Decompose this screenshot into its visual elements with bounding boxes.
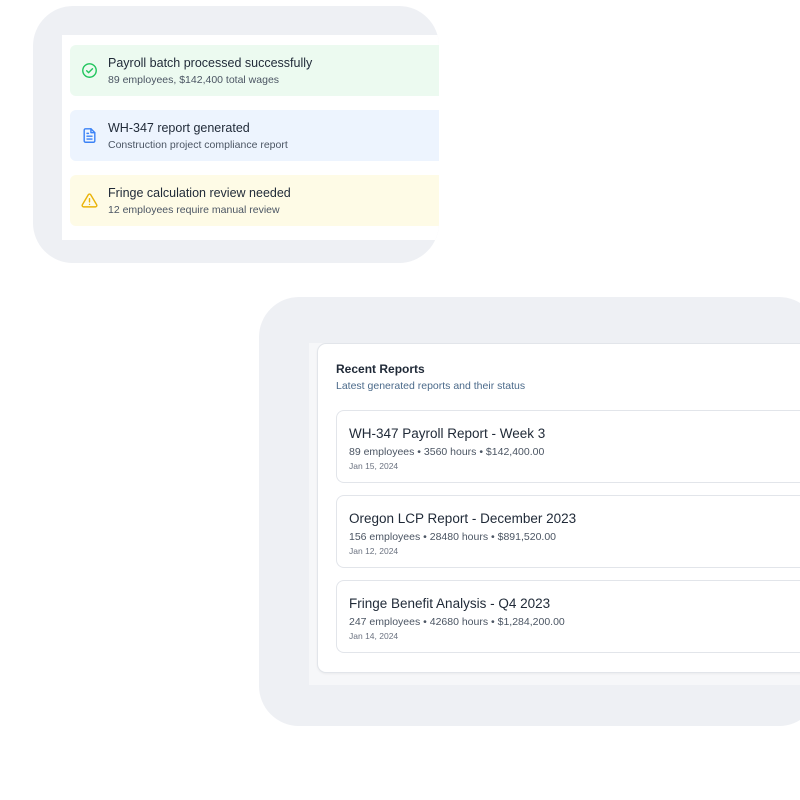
report-date: Jan 15, 2024 xyxy=(349,461,399,471)
document-icon xyxy=(81,127,98,144)
notification-warning[interactable]: Fringe calculation review needed 12 empl… xyxy=(70,175,439,226)
report-meta: 156 employees • 28480 hours • $891,520.0… xyxy=(349,531,557,543)
report-name: Fringe Benefit Analysis - Q4 2023 xyxy=(349,596,551,611)
recent-reports-card: Recent Reports Latest generated reports … xyxy=(317,343,800,673)
notification-title: Payroll batch processed successfully xyxy=(108,56,313,70)
notification-title: Fringe calculation review needed xyxy=(108,186,291,200)
card-subtitle: Latest generated reports and their statu… xyxy=(336,380,526,392)
report-date: Jan 12, 2024 xyxy=(349,546,399,556)
warning-triangle-icon xyxy=(81,192,98,209)
check-circle-icon xyxy=(81,62,98,79)
notifications-panel: Payroll batch processed successfully 89 … xyxy=(62,35,439,240)
notification-info[interactable]: WH-347 report generated Construction pro… xyxy=(70,110,439,161)
report-name: Oregon LCP Report - December 2023 xyxy=(349,511,577,526)
card-title: Recent Reports xyxy=(336,362,425,376)
report-meta: 247 employees • 42680 hours • $1,284,200… xyxy=(349,616,565,628)
report-date: Jan 14, 2024 xyxy=(349,631,399,641)
notification-description: Construction project compliance report xyxy=(108,139,288,151)
notification-description: 89 employees, $142,400 total wages xyxy=(108,74,280,86)
report-item[interactable]: Fringe Benefit Analysis - Q4 2023 247 em… xyxy=(336,580,800,653)
report-meta: 89 employees • 3560 hours • $142,400.00 xyxy=(349,446,545,458)
notification-success[interactable]: Payroll batch processed successfully 89 … xyxy=(70,45,439,96)
notification-title: WH-347 report generated xyxy=(108,121,250,135)
reports-frame: Recent Reports Latest generated reports … xyxy=(259,297,800,726)
report-item[interactable]: Oregon LCP Report - December 2023 156 em… xyxy=(336,495,800,568)
report-name: WH-347 Payroll Report - Week 3 xyxy=(349,426,546,441)
notifications-frame: Payroll batch processed successfully 89 … xyxy=(33,6,439,263)
report-item[interactable]: WH-347 Payroll Report - Week 3 89 employ… xyxy=(336,410,800,483)
notification-description: 12 employees require manual review xyxy=(108,204,280,216)
